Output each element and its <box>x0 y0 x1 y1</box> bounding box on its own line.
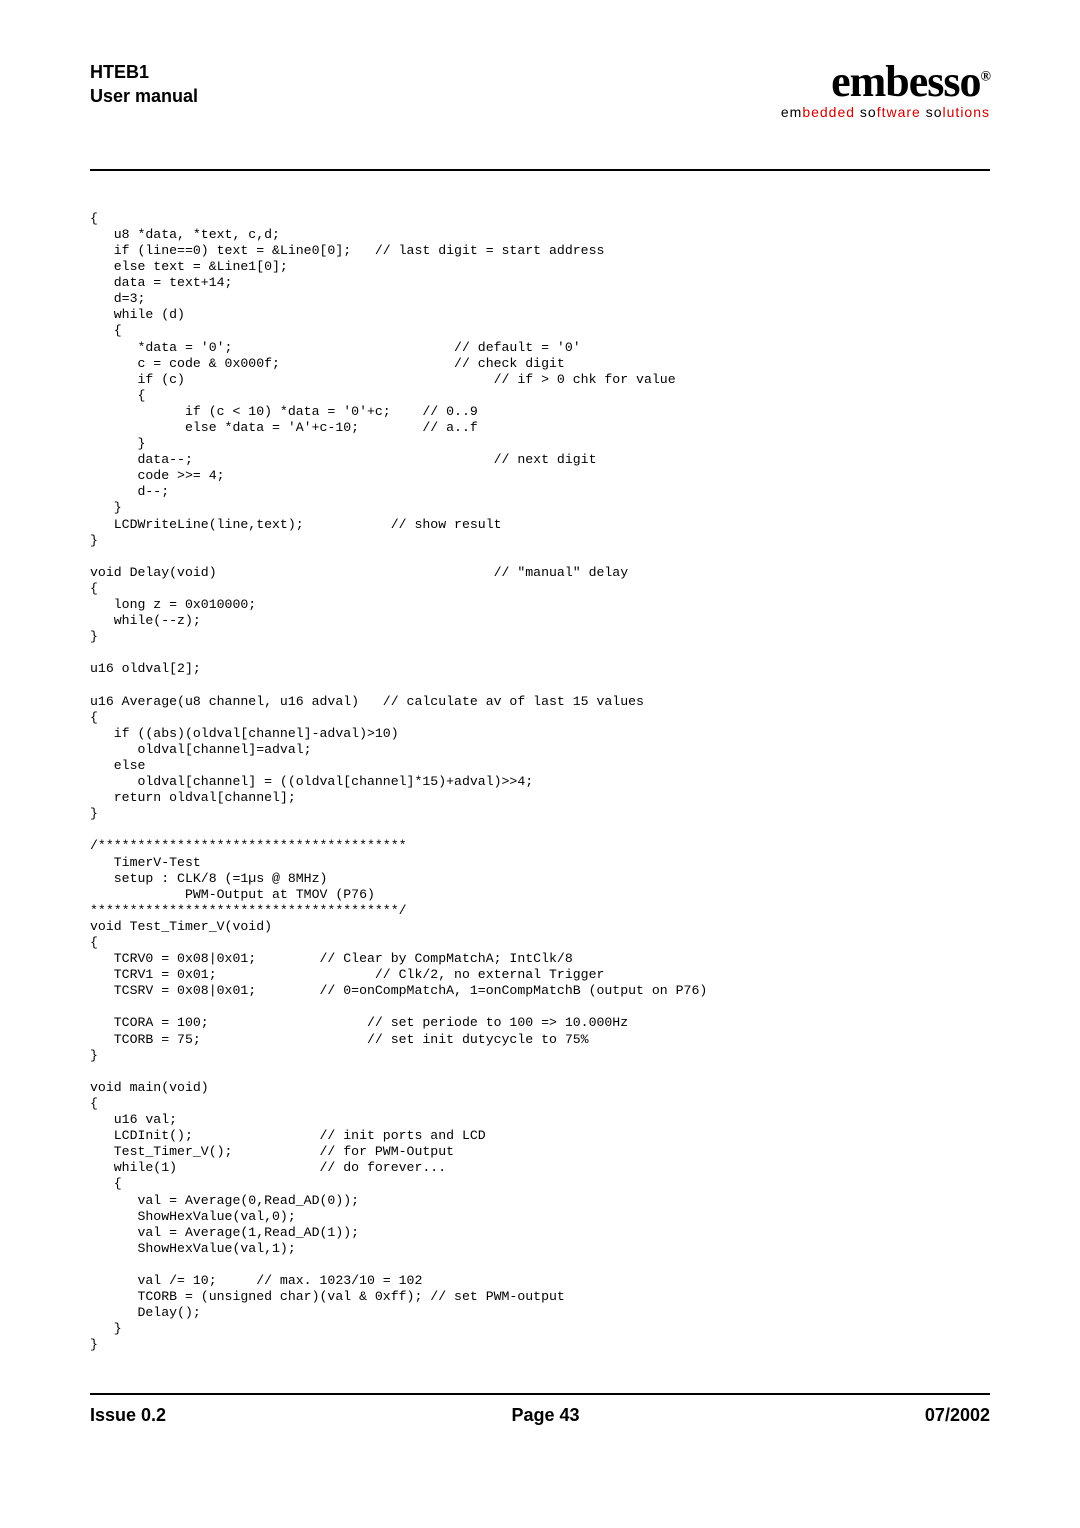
footer-divider <box>90 1393 990 1395</box>
header-divider <box>90 169 990 171</box>
page-header: HTEB1 User manual embesso® embedded soft… <box>90 60 990 129</box>
footer-page: Page 43 <box>511 1405 579 1426</box>
doc-title-line2: User manual <box>90 86 198 106</box>
page-footer: Issue 0.2 Page 43 07/2002 <box>90 1405 990 1426</box>
logo-tagline: embedded software solutions <box>781 104 990 121</box>
doc-title-line1: HTEB1 <box>90 62 149 82</box>
code-listing: { u8 *data, *text, c,d; if (line==0) tex… <box>90 211 990 1354</box>
registered-icon: ® <box>981 69 990 84</box>
header-title: HTEB1 User manual <box>90 60 198 109</box>
footer-date: 07/2002 <box>925 1405 990 1426</box>
logo-main: embesso® <box>781 60 990 104</box>
logo: embesso® embedded software solutions <box>781 60 990 121</box>
footer-issue: Issue 0.2 <box>90 1405 166 1426</box>
